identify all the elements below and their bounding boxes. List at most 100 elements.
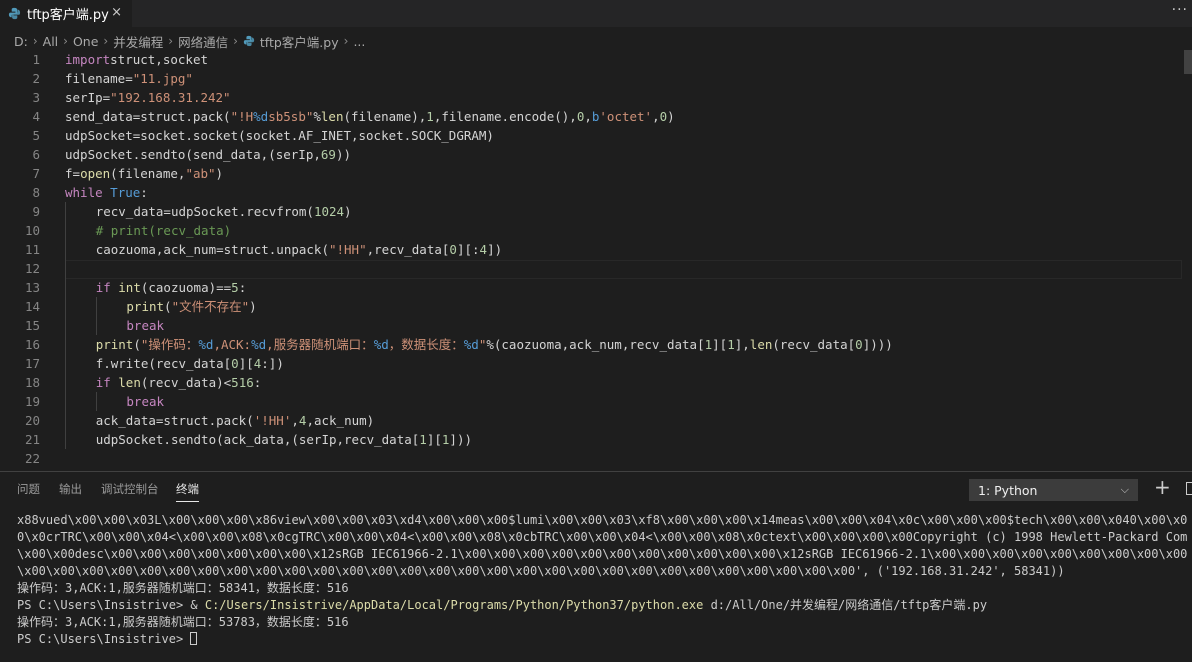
code-line[interactable]: 1 importstruct,socket: [0, 50, 1180, 69]
code-line[interactable]: 17 f.write(recv_data[0][4:]): [0, 354, 1180, 373]
breadcrumb-item-one[interactable]: One: [73, 34, 98, 49]
code-line[interactable]: 22: [0, 449, 1180, 468]
code-token: :: [253, 375, 262, 390]
code-token: ): [667, 109, 675, 124]
line-number: 15: [24, 318, 40, 333]
code-text: caozuoma,ack_num=struct.unpack("!HH",rec…: [96, 240, 502, 259]
editor-scrollbar[interactable]: [1184, 50, 1192, 470]
line-number: 14: [24, 299, 40, 314]
new-terminal-icon[interactable]: +: [1154, 475, 1171, 499]
code-token: break: [126, 318, 165, 333]
tab-debug-console[interactable]: 调试控制台: [101, 481, 159, 497]
code-line[interactable]: 19 break: [0, 392, 1180, 411]
code-text: importstruct,socket: [65, 50, 208, 69]
line-number: 17: [24, 356, 40, 371]
code-line[interactable]: 9 recv_data=udpSocket.recvfrom(1024): [0, 202, 1180, 221]
terminal-text: 0\x0crTRC\x00\x00\x04<\x00\x00\x08\x0cgT…: [17, 530, 1187, 544]
code-text: udpSocket.sendto(ack_data,(serIp,recv_da…: [96, 430, 472, 449]
code-line[interactable]: 10 # print(recv_data): [0, 221, 1180, 240]
line-number: 5: [32, 128, 40, 143]
code-token: len: [118, 375, 141, 390]
code-line[interactable]: 3 serIp="192.168.31.242": [0, 88, 1180, 107]
breadcrumb-item-concurrency[interactable]: 并发编程: [113, 32, 163, 51]
code-token: 5: [231, 280, 239, 295]
code-text: recv_data=udpSocket.recvfrom(1024): [96, 202, 352, 221]
terminal-output[interactable]: x88vued\x00\x00\x03L\x00\x00\x00\x86view…: [17, 512, 1187, 648]
code-line[interactable]: 11 caozuoma,ack_num=struct.unpack("!HH",r…: [0, 240, 1180, 259]
tab-output[interactable]: 输出: [59, 481, 82, 497]
terminal-line: PS C:\Users\Insistrive> & C:/Users/Insis…: [17, 597, 1187, 614]
code-line[interactable]: 15 break: [0, 316, 1180, 335]
breadcrumb-item-all[interactable]: All: [43, 34, 59, 49]
tab-title: tftp客户端.py: [27, 8, 109, 23]
code-token: ]): [487, 242, 503, 257]
code-token: "!HH": [328, 242, 367, 257]
code-line[interactable]: 4 send_data=struct.pack("!H%dsb5sb"%len(f…: [0, 107, 1180, 126]
terminal-select-value: 1: Python: [978, 482, 1038, 498]
code-token: 69: [320, 147, 336, 162]
code-text: # print(recv_data): [96, 221, 231, 240]
code-text: print("操作码：%d,ACK:%d,服务器随机端口：%d，数据长度：%d"…: [96, 335, 893, 354]
code-line[interactable]: 20 ack_data=struct.pack('!HH',4,ack_num): [0, 411, 1180, 430]
terminal-select[interactable]: 1: Python ⌵: [969, 479, 1138, 501]
indent-guide: [65, 373, 66, 392]
code-text: break: [126, 392, 164, 411]
code-token: "11.jpg": [132, 71, 193, 86]
indent-guide: [65, 430, 66, 449]
code-line[interactable]: 6 udpSocket.sendto(send_data,(serIp,69)): [0, 145, 1180, 164]
code-line[interactable]: 21 udpSocket.sendto(ack_data,(serIp,recv_…: [0, 430, 1180, 449]
code-token: while: [65, 185, 103, 200]
line-number: 22: [24, 451, 40, 466]
code-line[interactable]: 7 f=open(filename,"ab"): [0, 164, 1180, 183]
chevron-right-icon: ›: [168, 34, 174, 48]
bottom-panel: 问题 输出 调试控制台 终端 1: Python ⌵ + x88vued\x00…: [0, 471, 1192, 662]
terminal-line: 操作码：3,ACK:1,服务器随机端口：58341，数据长度：516: [17, 580, 1187, 597]
code-token: %d: [463, 337, 479, 352]
editor-tab-tftp-client[interactable]: tftp客户端.py ×: [0, 0, 132, 27]
breadcrumb-item-network[interactable]: 网络通信: [178, 32, 228, 51]
code-token: (filename),: [343, 109, 427, 124]
code-token: ,recv_data[: [366, 242, 450, 257]
line-number: 7: [32, 166, 40, 181]
code-text: send_data=struct.pack("!H%dsb5sb"%len(fi…: [65, 107, 675, 126]
code-token: %d: [373, 337, 389, 352]
code-token: 1: [419, 432, 427, 447]
code-line[interactable]: 14 print("文件不存在"): [0, 297, 1180, 316]
terminal-text: 操作码：3,ACK:1,服务器随机端口：58341，数据长度：516: [17, 581, 349, 595]
code-line[interactable]: 13 if int(caozuoma)==5:: [0, 278, 1180, 297]
code-token: 1: [704, 337, 713, 352]
code-token: %: [313, 109, 321, 124]
terminal-line: \x00\x00\x00\x00\x00\x00\x00\x00\x00\x00…: [17, 563, 1187, 580]
more-actions-icon[interactable]: ···: [1172, 2, 1188, 18]
breadcrumb-item-file[interactable]: tftp客户端.py: [260, 32, 339, 51]
code-line[interactable]: 18 if len(recv_data)<516:: [0, 373, 1180, 392]
close-icon[interactable]: ×: [111, 5, 122, 20]
code-token: send_data=struct.pack(: [65, 109, 231, 124]
chevron-right-icon: ›: [32, 34, 38, 48]
code-line[interactable]: 16 print("操作码：%d,ACK:%d,服务器随机端口：%d，数据长度：%…: [0, 335, 1180, 354]
indent-guide: [65, 297, 66, 316]
code-token: "ab": [185, 166, 216, 181]
line-number: 3: [32, 90, 40, 105]
code-token: struct,socket: [110, 52, 208, 67]
scrollbar-thumb[interactable]: [1184, 50, 1192, 74]
line-number: 9: [32, 204, 40, 219]
code-line[interactable]: 8 while True:: [0, 183, 1180, 202]
code-token: (caozuoma)==: [140, 280, 232, 295]
code-line[interactable]: 12: [0, 259, 1180, 278]
code-editor[interactable]: 1 importstruct,socket 2 filename="11.jpg" 3 s…: [0, 50, 1192, 470]
code-line[interactable]: 5 udpSocket=socket.socket(socket.AF_INET,…: [0, 126, 1180, 145]
code-token: 1: [426, 109, 434, 124]
line-number: 4: [32, 109, 40, 124]
tab-terminal[interactable]: 终端: [176, 481, 199, 502]
breadcrumb-item-symbol[interactable]: ...: [353, 34, 365, 49]
code-text: ack_data=struct.pack('!HH',4,ack_num): [96, 411, 374, 430]
breadcrumb-item-drive[interactable]: D:: [14, 34, 28, 49]
tab-problems[interactable]: 问题: [17, 481, 40, 497]
split-terminal-icon[interactable]: [1186, 482, 1192, 495]
code-token: ][: [238, 356, 254, 371]
code-token: udpSocket.sendto(ack_data,(serIp,recv_da…: [95, 432, 420, 447]
code-token: )): [335, 147, 351, 162]
code-line[interactable]: 2 filename="11.jpg": [0, 69, 1180, 88]
indent-guide: [65, 202, 66, 221]
